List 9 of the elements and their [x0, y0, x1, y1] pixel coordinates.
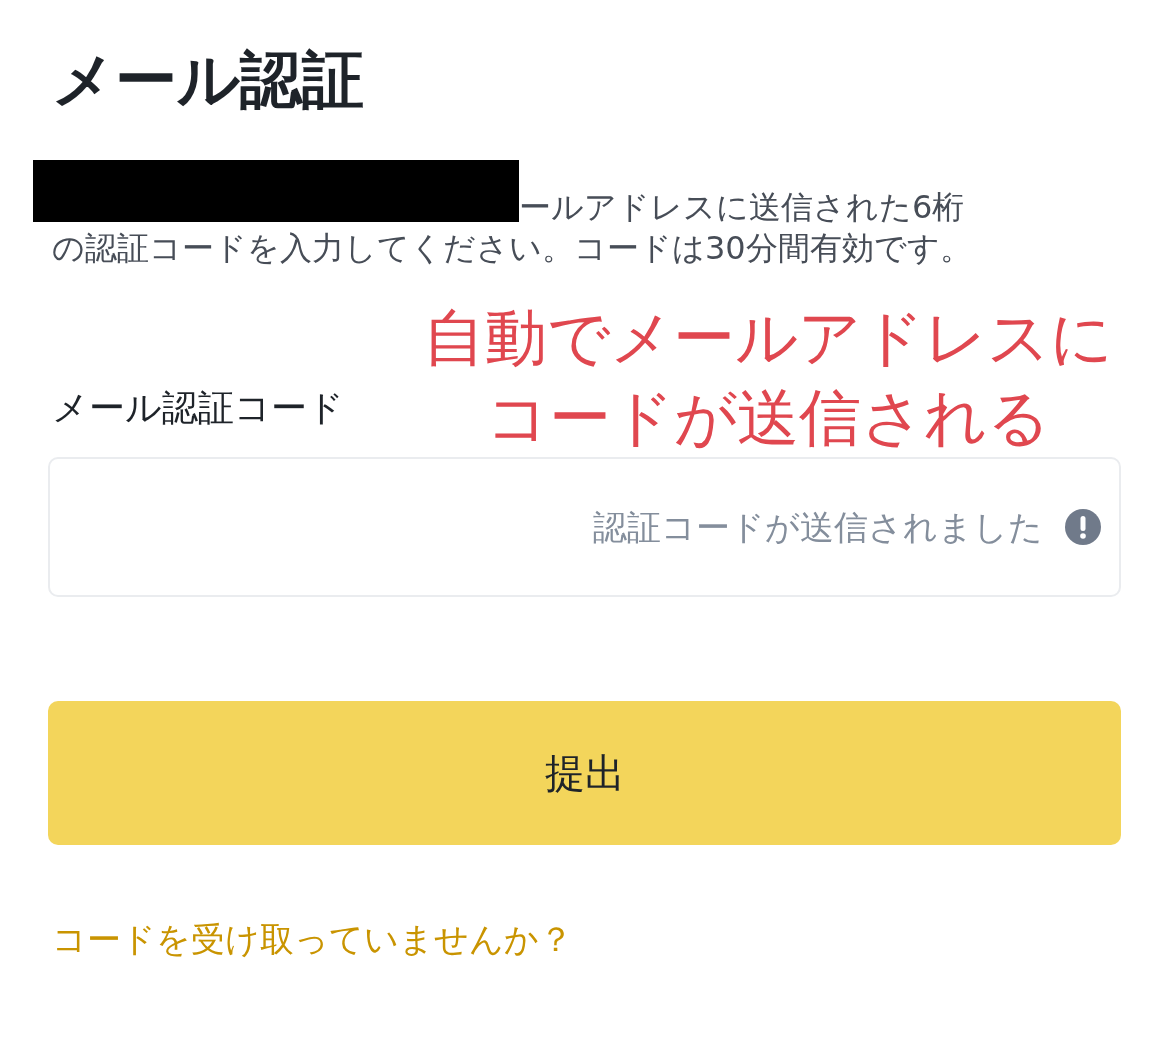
field-label: メール認証コード [52, 386, 345, 430]
code-input-field[interactable]: 認証コードが送信されました [48, 457, 1121, 597]
instruction-text: ールアドレスに送信された6桁 [519, 187, 965, 228]
exclamation-icon [1065, 509, 1101, 545]
page-title: メール認証 [52, 42, 365, 118]
annotation-text: コードが送信される [485, 380, 1051, 456]
instruction-text: の認証コードを入力してください。コードは30分間有効です。 [52, 228, 973, 269]
annotation-text: 自動でメールアドレスに [423, 300, 1113, 376]
submit-button[interactable]: 提出 [48, 701, 1121, 845]
